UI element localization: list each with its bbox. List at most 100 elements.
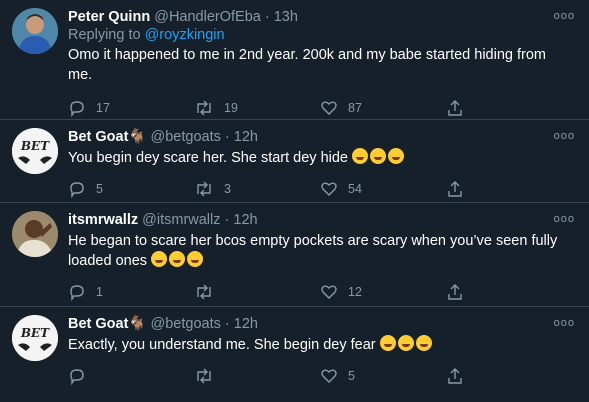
separator: · <box>224 316 230 332</box>
more-options-icon[interactable]: ooo <box>554 317 575 329</box>
avatar-text: BET <box>20 326 50 340</box>
share-button[interactable] <box>446 283 474 301</box>
share-icon <box>448 284 462 300</box>
reply-button[interactable]: 17 <box>68 99 194 117</box>
avatar-text: BET <box>20 139 50 153</box>
avatar-image <box>12 211 58 257</box>
tears-of-joy-emoji-icon <box>187 251 204 267</box>
like-count: 54 <box>348 182 362 196</box>
tweet-actions: 1 12 <box>68 275 573 309</box>
replying-to: Replying to @royzkingin <box>68 27 573 43</box>
user-handle[interactable]: @betgoats <box>151 129 221 145</box>
reply-count: 5 <box>96 182 103 196</box>
retweet-count: 19 <box>224 101 238 115</box>
tweet-actions: 5 3 54 <box>68 172 573 206</box>
share-icon <box>448 100 462 116</box>
reply-icon <box>70 369 84 385</box>
retweet-button[interactable] <box>194 283 320 301</box>
retweet-icon <box>197 368 211 384</box>
reply-icon <box>70 182 84 198</box>
avatar[interactable] <box>12 8 58 54</box>
reply-count: 1 <box>96 285 103 299</box>
more-options-icon[interactable]: ooo <box>554 213 575 225</box>
display-name[interactable]: Peter Quinn <box>68 9 150 25</box>
reply-icon <box>70 101 84 117</box>
like-count: 87 <box>348 101 362 115</box>
avatar-image: BET <box>12 315 58 361</box>
heart-icon <box>321 369 337 383</box>
tweet-header: itsmrwallz @itsmrwallz · 12h <box>68 211 573 229</box>
tweet-text-container: Exactly, you understand me. She begin de… <box>68 335 573 355</box>
laughing-emoji-icon <box>352 148 369 164</box>
tweet[interactable]: BET Bet Goat🐐 @betgoats · 12h ooo You be… <box>0 120 589 203</box>
share-icon <box>448 181 462 197</box>
avatar[interactable] <box>12 211 58 257</box>
retweet-button[interactable]: 19 <box>194 99 320 117</box>
retweet-icon <box>197 100 211 116</box>
laughing-emoji-icon <box>370 148 387 164</box>
user-handle[interactable]: @itsmrwallz <box>142 212 220 228</box>
retweet-button[interactable]: 3 <box>194 180 320 198</box>
share-button[interactable] <box>446 99 474 117</box>
retweet-button[interactable] <box>194 367 320 385</box>
display-name[interactable]: Bet Goat <box>68 129 128 145</box>
heart-icon <box>321 101 337 115</box>
timestamp[interactable]: 13h <box>274 9 298 25</box>
tweet[interactable]: itsmrwallz @itsmrwallz · 12h ooo He bega… <box>0 203 589 307</box>
user-handle[interactable]: @HandlerOfEba <box>154 9 261 25</box>
tweet[interactable]: BET Bet Goat🐐 @betgoats · 12h ooo Exactl… <box>0 307 589 402</box>
reply-button[interactable]: 5 <box>68 180 194 198</box>
separator: · <box>224 212 230 228</box>
tweet-text-container: You begin dey scare her. She start dey h… <box>68 148 573 168</box>
separator: · <box>264 9 270 25</box>
heart-icon <box>321 285 337 299</box>
tweet-text: He began to scare her bcos empty pockets… <box>68 233 558 269</box>
goat-badge: 🐐 <box>128 129 147 145</box>
like-count: 5 <box>348 369 355 383</box>
user-handle[interactable]: @betgoats <box>151 316 221 332</box>
display-name[interactable]: itsmrwallz <box>68 212 138 228</box>
tweet-actions: 5 <box>68 359 573 393</box>
more-options-icon[interactable]: ooo <box>554 130 575 142</box>
timestamp[interactable]: 12h <box>234 316 258 332</box>
reply-count: 17 <box>96 101 110 115</box>
reply-button[interactable] <box>68 367 194 385</box>
avatar[interactable]: BET <box>12 128 58 174</box>
timestamp[interactable]: 12h <box>233 212 257 228</box>
laughing-emoji-icon <box>388 148 405 164</box>
replying-to-label: Replying to <box>68 27 141 43</box>
tweet-text: Exactly, you understand me. She begin de… <box>68 337 376 353</box>
heart-icon <box>321 182 337 196</box>
share-button[interactable] <box>446 367 474 385</box>
goat-badge: 🐐 <box>128 316 147 332</box>
replying-to-link[interactable]: @royzkingin <box>145 27 225 43</box>
display-name[interactable]: Bet Goat <box>68 316 128 332</box>
like-button[interactable]: 12 <box>320 283 446 301</box>
reply-icon <box>70 285 84 301</box>
rolling-laughing-emoji-icon <box>415 335 432 351</box>
retweet-icon <box>197 181 211 197</box>
tweet-header: Peter Quinn @HandlerOfEba · 13h <box>68 8 573 26</box>
like-button[interactable]: 87 <box>320 99 446 117</box>
tears-of-joy-emoji-icon <box>151 251 168 267</box>
share-icon <box>448 368 462 384</box>
tears-of-joy-emoji-icon <box>397 335 414 351</box>
tweet[interactable]: Peter Quinn @HandlerOfEba · 13h ooo Repl… <box>0 0 589 120</box>
avatar[interactable]: BET <box>12 315 58 361</box>
tweet-header: Bet Goat🐐 @betgoats · 12h <box>68 128 573 146</box>
share-button[interactable] <box>446 180 474 198</box>
retweet-count: 3 <box>224 182 231 196</box>
tears-of-joy-emoji-icon <box>169 251 186 267</box>
tweet-header: Bet Goat🐐 @betgoats · 12h <box>68 315 573 333</box>
timestamp[interactable]: 12h <box>234 129 258 145</box>
reply-button[interactable]: 1 <box>68 283 194 301</box>
more-options-icon[interactable]: ooo <box>554 10 575 22</box>
like-button[interactable]: 5 <box>320 367 446 385</box>
like-count: 12 <box>348 285 362 299</box>
avatar-image <box>12 8 58 54</box>
tweet-text: Omo it happened to me in 2nd year. 200k … <box>68 47 546 83</box>
avatar-image: BET <box>12 128 58 174</box>
like-button[interactable]: 54 <box>320 180 446 198</box>
retweet-icon <box>197 284 211 300</box>
tweet-text-container: He began to scare her bcos empty pockets… <box>68 231 573 271</box>
